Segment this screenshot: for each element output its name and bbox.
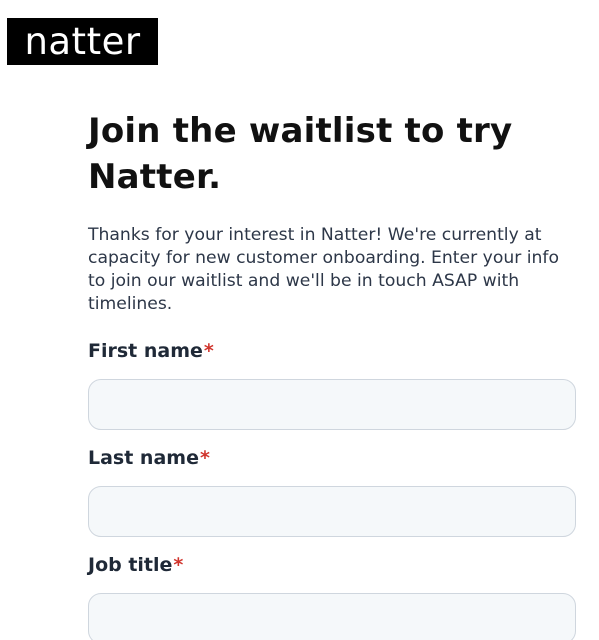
required-marker: * bbox=[203, 340, 214, 362]
intro-text: Thanks for your interest in Natter! We'r… bbox=[88, 225, 559, 314]
page-title: Join the waitlist to try Natter. bbox=[88, 111, 513, 197]
first-name-label-text: First name bbox=[88, 340, 203, 362]
natter-logo[interactable]: natter bbox=[7, 18, 158, 65]
waitlist-form-section: Join the waitlist to try Natter. Thanks … bbox=[88, 108, 578, 640]
job-title-label: Job title* bbox=[88, 553, 578, 577]
required-marker: * bbox=[199, 447, 210, 469]
last-name-label-text: Last name bbox=[88, 447, 199, 469]
last-name-label: Last name* bbox=[88, 446, 578, 470]
first-name-input[interactable] bbox=[88, 379, 576, 430]
last-name-input[interactable] bbox=[88, 486, 576, 537]
required-marker: * bbox=[173, 554, 184, 576]
first-name-label: First name* bbox=[88, 339, 578, 363]
job-title-input[interactable] bbox=[88, 593, 576, 640]
job-title-label-text: Job title bbox=[88, 554, 173, 576]
job-title-field: Job title* bbox=[88, 553, 578, 640]
logo-text: natter bbox=[24, 20, 141, 63]
first-name-field: First name* bbox=[88, 339, 578, 430]
last-name-field: Last name* bbox=[88, 446, 578, 537]
